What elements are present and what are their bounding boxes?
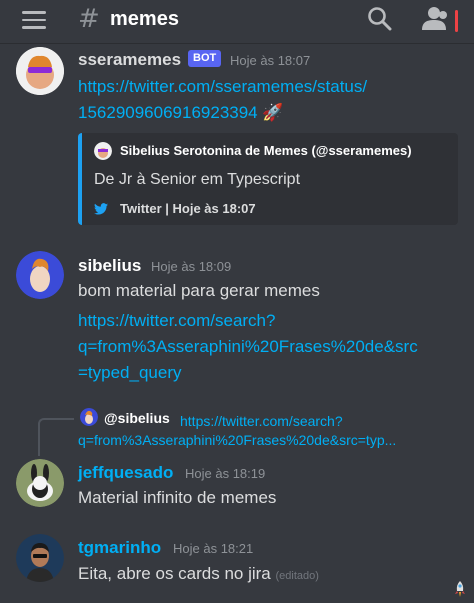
avatar[interactable]	[16, 47, 64, 95]
embed-author[interactable]: Sibelius Serotonina de Memes (@sserameme…	[120, 143, 412, 158]
reply-avatar	[80, 408, 98, 426]
message-text-row: Eita, abre os cards no jira (editado)	[78, 562, 319, 588]
twitter-bird-icon	[94, 203, 108, 215]
members-icon[interactable]	[422, 6, 452, 32]
avatar-sibelius-icon	[16, 251, 64, 299]
avatar[interactable]	[16, 459, 64, 507]
message-timestamp: Hoje às 18:19	[185, 466, 266, 481]
message-text: Material infinito de memes	[78, 488, 277, 507]
message-username[interactable]: tgmarinho	[78, 538, 161, 558]
message-link-line[interactable]: https://twitter.com/sseramemes/status/	[78, 75, 367, 99]
avatar-jeffquesado-icon	[16, 459, 64, 507]
message-text: Eita, abre os cards no jira	[78, 564, 271, 583]
message-link[interactable]: https://twitter.com/sseramemes/status/	[78, 75, 367, 99]
message-link-line-2[interactable]: 1562909606916923394 🚀	[78, 101, 284, 125]
reply-connector	[38, 418, 74, 456]
avatar[interactable]	[16, 251, 64, 299]
embed-footer: Twitter | Hoje às 18:07	[120, 201, 256, 216]
message-timestamp: Hoje às 18:07	[230, 53, 311, 68]
search-icon[interactable]	[367, 6, 393, 32]
message-username[interactable]: sseramemes	[78, 50, 181, 70]
edited-label: (editado)	[275, 570, 319, 582]
embed-author-avatar	[94, 142, 112, 160]
channel-header: # memes	[0, 0, 474, 44]
message-link-line[interactable]: =typed_query	[78, 361, 182, 385]
avatar[interactable]	[16, 534, 64, 582]
channel-hash-icon: #	[78, 4, 100, 34]
hamburger-menu-icon[interactable]	[22, 11, 46, 29]
message-text: bom material para gerar memes	[78, 281, 320, 300]
members-notification-badge	[455, 10, 458, 32]
channel-title: memes	[110, 8, 179, 30]
avatar-sseramemes-icon	[16, 47, 64, 95]
bot-badge: BOT	[188, 50, 222, 67]
message-username[interactable]: jeffquesado	[78, 463, 173, 483]
message-timestamp: Hoje às 18:21	[173, 541, 254, 556]
message-username[interactable]: sibelius	[78, 256, 141, 276]
rocket-corner-icon	[455, 581, 465, 597]
message-link-line[interactable]: https://twitter.com/search?	[78, 309, 275, 333]
reply-preview-line[interactable]: q=from%3Asseraphini%20Frases%20de&src=ty…	[78, 432, 396, 448]
embed-description: De Jr à Senior em Typescript	[94, 171, 301, 188]
twitter-embed[interactable]: Sibelius Serotonina de Memes (@sserameme…	[78, 133, 458, 225]
avatar-tgmarinho-icon	[16, 534, 64, 582]
message-link-line[interactable]: 1562909606916923394	[78, 103, 258, 122]
message-timestamp: Hoje às 18:09	[151, 259, 232, 274]
reply-username[interactable]: @sibelius	[104, 410, 170, 426]
reply-preview-line[interactable]: https://twitter.com/search?	[180, 410, 343, 432]
rocket-emoji: 🚀	[262, 103, 284, 122]
message-link-line[interactable]: q=from%3Asseraphini%20Frases%20de&src	[78, 335, 418, 359]
